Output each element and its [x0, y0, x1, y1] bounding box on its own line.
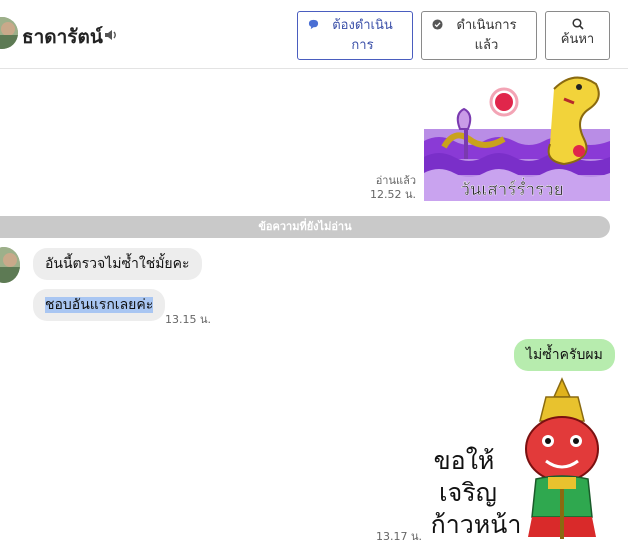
selected-text[interactable]: ชอบอันแรกเลยค่ะ: [45, 297, 154, 313]
sticker-2-line1: ขอให้: [434, 446, 495, 475]
outgoing-message[interactable]: ไม่ซ้ำครับผม: [514, 339, 615, 371]
incoming-message[interactable]: อันนี้ตรวจไม่ซ้ำใช่มั้ยคะ: [33, 248, 202, 280]
read-status: อ่านแล้ว: [375, 174, 416, 187]
timestamp: 12.52 น.: [369, 188, 416, 201]
check-circle-icon: [431, 19, 443, 30]
sticker-2-line3: ก้าวหน้า: [431, 510, 522, 539]
search-label: ค้นหา: [560, 32, 595, 47]
chat-header: ธาดารัตน์ ต้องดำเนินการ ดำเนินการแล้ว ค้…: [0, 0, 628, 69]
bubble-tail: [606, 347, 614, 357]
timestamp: 13.15 น.: [165, 313, 212, 326]
read-receipt: อ่านแล้ว 12.52 น.: [360, 174, 416, 202]
sticker-naga-saturday[interactable]: วันเสาร์ร่ำรวย: [424, 69, 612, 201]
contact-name: ธาดารัตน์: [22, 26, 103, 48]
sticker-1-caption: วันเสาร์ร่ำรวย: [460, 177, 563, 200]
sender-avatar[interactable]: [0, 247, 20, 283]
incoming-message[interactable]: ชอบอันแรกเลยค่ะ: [33, 289, 166, 321]
search-button[interactable]: ค้นหา: [545, 11, 610, 60]
needs-action-button[interactable]: ต้องดำเนินการ: [297, 11, 413, 60]
speaker-icon[interactable]: [104, 28, 118, 42]
done-button[interactable]: ดำเนินการแล้ว: [421, 11, 537, 60]
contact-avatar[interactable]: [0, 17, 18, 49]
sticker-giant-blessing[interactable]: ขอให้ เจริญ ก้าวหน้า: [428, 377, 612, 542]
needs-action-label: ต้องดำเนินการ: [332, 18, 393, 53]
done-label: ดำเนินการแล้ว: [456, 18, 517, 53]
chat-bubble-icon: [308, 19, 318, 30]
timestamp: 13.17 น.: [376, 530, 423, 543]
sticker-2-line2: เจริญ: [439, 478, 497, 507]
search-icon: [571, 18, 584, 30]
unread-divider: ข้อความที่ยังไม่อ่าน: [0, 216, 610, 238]
